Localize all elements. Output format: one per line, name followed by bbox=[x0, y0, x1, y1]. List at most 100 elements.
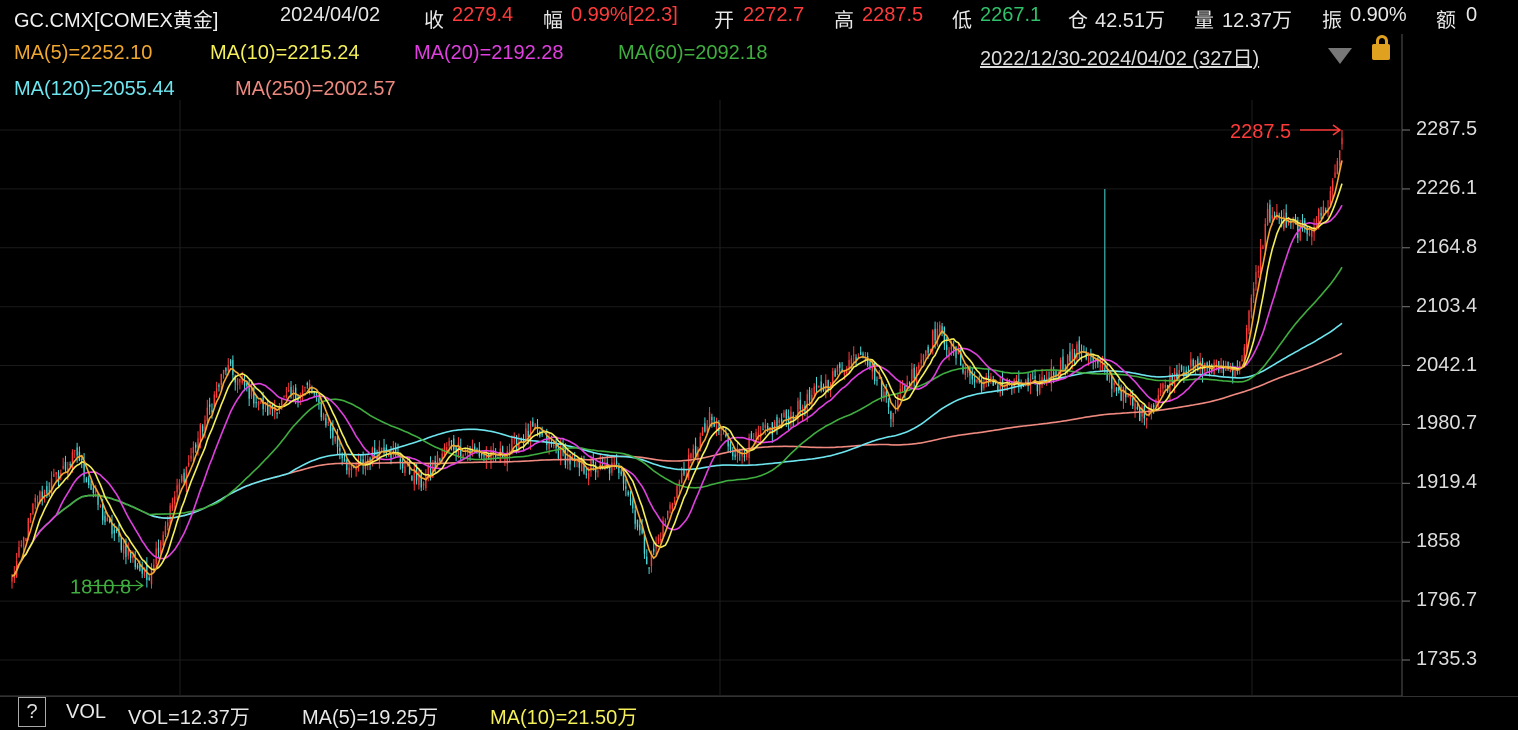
candle-body bbox=[301, 390, 304, 395]
candle-body bbox=[629, 499, 632, 501]
ma20-legend: MA(20)=2192.28 bbox=[414, 42, 564, 64]
candle-body bbox=[164, 525, 167, 535]
candle-body bbox=[315, 393, 318, 395]
candle-body bbox=[1269, 204, 1271, 222]
candle-body bbox=[1329, 191, 1332, 205]
candle-body bbox=[148, 577, 150, 581]
candle-body bbox=[927, 346, 929, 353]
candle-body bbox=[920, 359, 922, 364]
candle-body bbox=[239, 378, 241, 383]
candle-body bbox=[339, 447, 341, 452]
candle-body bbox=[1104, 368, 1106, 370]
candle-body bbox=[746, 453, 748, 458]
candle-body bbox=[890, 411, 892, 420]
candle-body bbox=[387, 455, 390, 457]
candle-body bbox=[183, 472, 185, 482]
dropdown-triangle-icon[interactable] bbox=[1328, 48, 1352, 64]
candle-body bbox=[657, 537, 660, 542]
candle-body bbox=[1259, 246, 1262, 273]
candle-body bbox=[232, 360, 234, 375]
candle-body bbox=[285, 394, 288, 397]
candlestick-chart[interactable]: 2287.5 1810.8 bbox=[0, 0, 1518, 728]
candle-body bbox=[201, 425, 204, 432]
candle-body bbox=[725, 434, 727, 437]
candle-body bbox=[859, 352, 862, 355]
candle-body bbox=[632, 501, 634, 509]
candle-body bbox=[778, 420, 781, 423]
candle-body bbox=[783, 412, 785, 418]
candle-body bbox=[436, 454, 439, 464]
candle-body bbox=[925, 350, 927, 356]
y-tick-label: 1919.4 bbox=[1416, 471, 1478, 494]
candle-body bbox=[381, 448, 383, 450]
candle-body bbox=[348, 467, 350, 475]
candle-body bbox=[611, 462, 613, 473]
candle-body bbox=[976, 379, 978, 383]
candle-body bbox=[715, 425, 718, 430]
candle-body bbox=[64, 461, 67, 470]
candle-body bbox=[46, 486, 48, 494]
candle-body bbox=[325, 418, 327, 426]
candle-body bbox=[43, 489, 46, 495]
candle-body bbox=[667, 510, 669, 519]
candle-body bbox=[225, 367, 227, 372]
candle-body bbox=[1052, 372, 1055, 376]
candle-body bbox=[839, 363, 841, 368]
candle-body bbox=[329, 424, 332, 431]
candle-body bbox=[25, 538, 27, 541]
ma250-legend: MA(250)=2002.57 bbox=[235, 78, 396, 100]
candle-body bbox=[990, 376, 992, 379]
lock-icon[interactable] bbox=[1372, 35, 1390, 60]
candle-body bbox=[81, 459, 83, 461]
candle-body bbox=[1262, 246, 1264, 249]
candle-body bbox=[355, 468, 357, 470]
candle-body bbox=[1120, 391, 1122, 401]
candle-body bbox=[1245, 328, 1248, 349]
date-range-selector[interactable]: 2022/12/30-2024/04/02 (327日) bbox=[980, 42, 1259, 71]
candle-body bbox=[1101, 364, 1104, 370]
candle-body bbox=[846, 371, 848, 374]
candle-body bbox=[106, 517, 109, 522]
candle-body bbox=[1334, 172, 1336, 178]
candle-body bbox=[934, 328, 936, 341]
candle-body bbox=[922, 354, 925, 361]
candle-body bbox=[834, 370, 836, 377]
candle-body bbox=[127, 549, 129, 556]
candle-body bbox=[541, 433, 543, 435]
candle-body bbox=[713, 423, 715, 427]
candle-body bbox=[706, 425, 708, 431]
ma5-legend: MA(5)=2252.10 bbox=[14, 42, 153, 64]
volume-panel-header: ? VOL VOL=12.37万 MA(5)=19.25万 MA(10)=21.… bbox=[0, 696, 1518, 729]
candle-body bbox=[1301, 220, 1304, 224]
candle-body bbox=[292, 389, 295, 393]
y-tick-label: 1858 bbox=[1416, 530, 1461, 553]
candle-body bbox=[243, 381, 246, 386]
candle-body bbox=[1264, 223, 1266, 247]
candle-body bbox=[720, 434, 722, 436]
candle-body bbox=[1332, 180, 1334, 191]
candle-body bbox=[194, 444, 197, 448]
candle-body bbox=[1241, 359, 1243, 362]
candle-body bbox=[346, 459, 348, 471]
candle-body bbox=[704, 423, 706, 432]
candle-body bbox=[188, 462, 190, 466]
candle-body bbox=[178, 483, 181, 490]
candle-body bbox=[450, 440, 453, 442]
candle-body bbox=[808, 389, 811, 401]
vol-title: VOL bbox=[66, 701, 107, 723]
candle-body bbox=[411, 476, 413, 481]
candle-body bbox=[585, 473, 588, 475]
candle-body bbox=[134, 559, 136, 567]
help-icon[interactable]: ? bbox=[18, 697, 46, 727]
candle-body bbox=[959, 347, 962, 366]
candle-body bbox=[453, 438, 455, 450]
candle-body bbox=[625, 486, 627, 489]
ma10-line bbox=[11, 183, 1343, 577]
candle-body bbox=[420, 473, 422, 488]
candle-body bbox=[987, 375, 990, 379]
candle-body bbox=[1111, 376, 1113, 389]
candle-body bbox=[257, 401, 260, 406]
candle-body bbox=[1197, 358, 1199, 369]
candle-body bbox=[32, 503, 34, 514]
candle-body bbox=[862, 353, 864, 356]
